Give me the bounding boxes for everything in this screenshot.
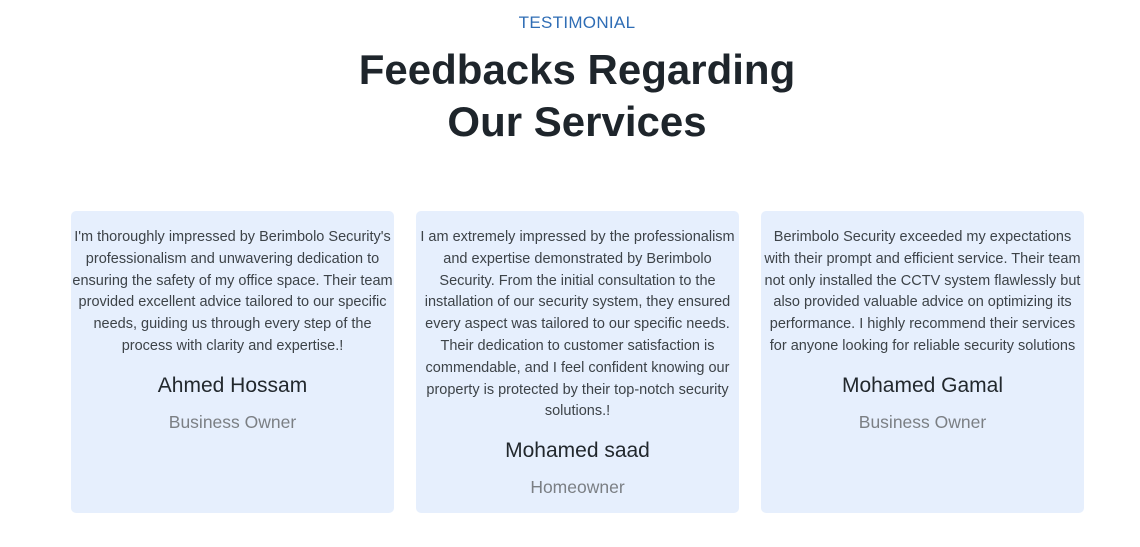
section-eyebrow: TESTIMONIAL — [518, 13, 636, 32]
testimonial-quote: I am extremely impressed by the professi… — [420, 229, 735, 420]
testimonial-author-role: Business Owner — [858, 411, 987, 432]
testimonial-card: I am extremely impressed by the professi… — [416, 211, 739, 513]
testimonial-author-name: Mohamed saad — [505, 439, 650, 463]
section-heading: Feedbacks Regarding Our Services — [0, 44, 1140, 148]
testimonial-author-name: Mohamed Gamal — [841, 373, 1004, 397]
heading-line-2: Our Services — [447, 98, 707, 145]
heading-line-1: Feedbacks Regarding — [358, 46, 796, 93]
testimonial-card: Berimbolo Security exceeded my expectati… — [761, 211, 1084, 513]
testimonial-author-name: Ahmed Hossam — [157, 373, 308, 397]
testimonial-card: I'm thoroughly impressed by Berimbolo Se… — [71, 211, 394, 513]
testimonial-quote: Berimbolo Security exceeded my expectati… — [764, 229, 1081, 354]
testimonial-author-role: Homeowner — [530, 477, 625, 498]
testimonial-section: TESTIMONIAL Feedbacks Regarding Our Serv… — [0, 0, 1140, 547]
testimonial-quote: I'm thoroughly impressed by Berimbolo Se… — [72, 229, 393, 354]
testimonial-cards: I'm thoroughly impressed by Berimbolo Se… — [71, 211, 1084, 513]
testimonial-author-role: Business Owner — [168, 411, 297, 432]
